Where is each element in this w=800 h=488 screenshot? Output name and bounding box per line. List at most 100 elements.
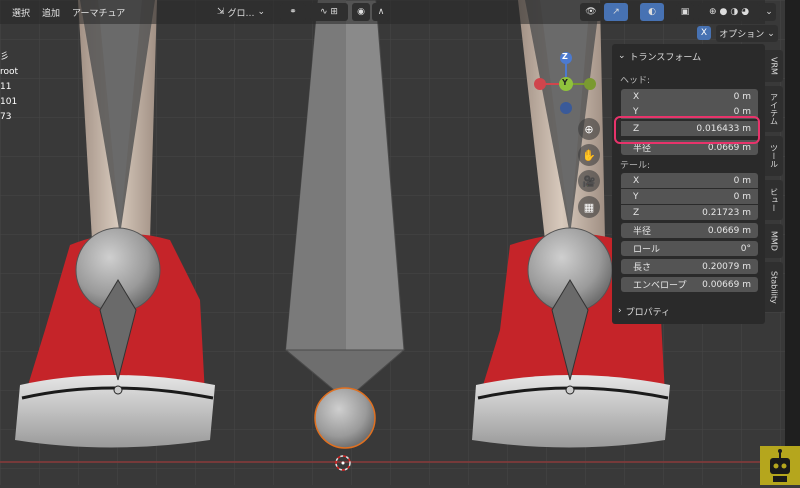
zoom-icon: ⊕ xyxy=(584,122,594,136)
roll-field[interactable]: ロール 0° xyxy=(621,241,758,256)
chevron-right-icon: › xyxy=(618,306,622,316)
snap-button[interactable]: ∿ ⊞ xyxy=(310,3,348,21)
chevron-down-icon: ⌄ xyxy=(767,28,775,39)
transform-panel-header[interactable]: ⌄ トランスフォーム xyxy=(618,47,701,65)
camera-view-button[interactable]: 🎥 xyxy=(578,170,600,192)
gizmo-toggle-button[interactable]: ↗ xyxy=(604,3,628,21)
menu-select[interactable]: 選択 xyxy=(6,6,36,19)
eye-icon: 👁 xyxy=(585,7,597,17)
field-label: エンベロープ xyxy=(633,281,687,291)
field-value: 0° xyxy=(740,243,751,254)
field-label: ロール xyxy=(633,245,661,255)
field-label: 半径 xyxy=(633,227,652,237)
tab-stability[interactable]: Stability xyxy=(765,262,783,312)
transform-orientation-dropdown[interactable]: ⇲ グロ… ⌄ xyxy=(210,3,272,21)
orientation-icon: ⇲ xyxy=(216,7,225,17)
overlay-toggle-button[interactable]: ◐ xyxy=(640,3,664,21)
tail-label: テール: xyxy=(620,161,651,171)
properties-panel-title: プロパティ xyxy=(625,307,671,318)
snap-icon: ∿ ⊞ xyxy=(320,7,338,17)
orientation-label: グロ… xyxy=(227,8,255,19)
field-value: 0 m xyxy=(733,106,751,117)
grid-icon: ▦ xyxy=(583,200,595,214)
field-value: 0 m xyxy=(733,91,751,102)
tab-label: MMD xyxy=(769,231,779,251)
tail-y-field[interactable]: Y 0 m xyxy=(621,189,758,204)
robot-logo-icon xyxy=(760,446,800,485)
tail-x-field[interactable]: X 0 m xyxy=(621,173,758,188)
zoom-button[interactable]: ⊕ xyxy=(578,118,600,140)
field-value: 0.21723 m xyxy=(702,207,751,218)
viewport-stats: 彡 root 11 101 73 xyxy=(0,50,18,125)
hand-icon: ✋ xyxy=(582,148,596,162)
shading-options-button[interactable]: ⌄ xyxy=(762,3,776,21)
field-value: 0 m xyxy=(733,175,751,186)
tab-item[interactable]: アイテム xyxy=(765,86,783,132)
xray-button[interactable]: ▣ xyxy=(676,3,694,21)
properties-panel-header[interactable]: › プロパティ xyxy=(618,302,670,320)
material-shading-icon[interactable]: ◑ xyxy=(730,7,738,17)
transform-panel-title: トランスフォーム xyxy=(629,52,702,63)
tab-mmd[interactable]: MMD xyxy=(765,224,783,258)
envelope-field[interactable]: エンベロープ 0.00669 m xyxy=(621,277,758,292)
field-label: Y xyxy=(633,106,639,117)
tail-z-field[interactable]: Z 0.21723 m xyxy=(621,205,758,220)
field-value: 0.00669 m xyxy=(702,279,751,290)
perspective-toggle-button[interactable]: ▦ xyxy=(578,196,600,218)
stats-line: 73 xyxy=(0,112,12,122)
field-value: 0.0669 m xyxy=(707,225,751,236)
options-label: オプション xyxy=(719,30,765,40)
pivot-point-button[interactable]: ⚭ xyxy=(280,3,306,21)
field-value: 0.0669 m xyxy=(707,142,751,153)
length-field[interactable]: 長さ 0.20079 m xyxy=(621,259,758,274)
menu-armature[interactable]: アーマチュア xyxy=(66,6,131,19)
tail-radius-field[interactable]: 半径 0.0669 m xyxy=(621,223,758,238)
gizmo-icon: ↗ xyxy=(612,7,620,17)
mirror-x-button[interactable]: X xyxy=(697,26,711,40)
stats-line: 11 xyxy=(0,82,12,92)
visibility-button[interactable]: 👁 xyxy=(580,3,602,21)
menu-add[interactable]: 追加 xyxy=(36,6,66,19)
head-x-field[interactable]: X 0 m xyxy=(621,89,758,104)
tab-label: アイテム xyxy=(769,93,779,125)
field-value: 0 m xyxy=(733,191,751,202)
pan-button[interactable]: ✋ xyxy=(578,144,600,166)
pivot-icon: ⚭ xyxy=(289,7,297,17)
gizmo-z-label: Z xyxy=(562,52,568,61)
tab-label: Stability xyxy=(769,270,779,304)
proportional-icon: ◉ xyxy=(357,7,365,17)
head-label: ヘッド: xyxy=(620,76,651,86)
properties-editor-edge xyxy=(785,0,800,485)
chevron-down-icon: ⌄ xyxy=(257,7,266,17)
camera-icon: 🎥 xyxy=(582,174,596,188)
stats-line: 101 xyxy=(0,97,18,107)
field-value: 0.20079 m xyxy=(702,261,751,272)
tab-label: ビュー xyxy=(769,188,779,212)
falloff-icon: ∧ xyxy=(377,7,385,17)
overlay-icon: ◐ xyxy=(648,7,656,17)
shading-modes[interactable]: ⊕ ● ◑ ◕ xyxy=(698,3,760,21)
tab-vrm[interactable]: VRM xyxy=(765,50,783,82)
tab-view[interactable]: ビュー xyxy=(765,180,783,220)
wireframe-shading-icon[interactable]: ⊕ xyxy=(709,7,717,17)
proportional-edit-button[interactable]: ◉ xyxy=(352,3,370,21)
field-label: X xyxy=(633,175,640,186)
tab-label: ツール xyxy=(769,144,779,168)
stats-line: root xyxy=(0,67,19,77)
chevron-down-icon: ⌄ xyxy=(618,51,626,61)
field-label: X xyxy=(633,91,640,102)
field-label: Y xyxy=(633,191,639,202)
tab-label: VRM xyxy=(769,57,779,75)
stats-line: 彡 xyxy=(0,52,10,62)
field-label: 長さ xyxy=(633,263,652,273)
sidebar-panel: ⌄ トランスフォーム ヘッド: X 0 m Y 0 m Z 0.016433 m… xyxy=(612,44,765,324)
tab-tool[interactable]: ツール xyxy=(765,136,783,176)
gizmo-y-label: Y xyxy=(562,78,568,87)
falloff-button[interactable]: ∧ xyxy=(372,3,390,21)
rendered-shading-icon[interactable]: ◕ xyxy=(741,7,749,17)
solid-shading-icon[interactable]: ● xyxy=(719,7,727,17)
field-label: Z xyxy=(633,207,640,218)
options-dropdown[interactable]: オプション ⌄ xyxy=(716,25,778,42)
chevron-down-icon: ⌄ xyxy=(765,7,773,17)
highlight-annotation xyxy=(614,116,760,144)
